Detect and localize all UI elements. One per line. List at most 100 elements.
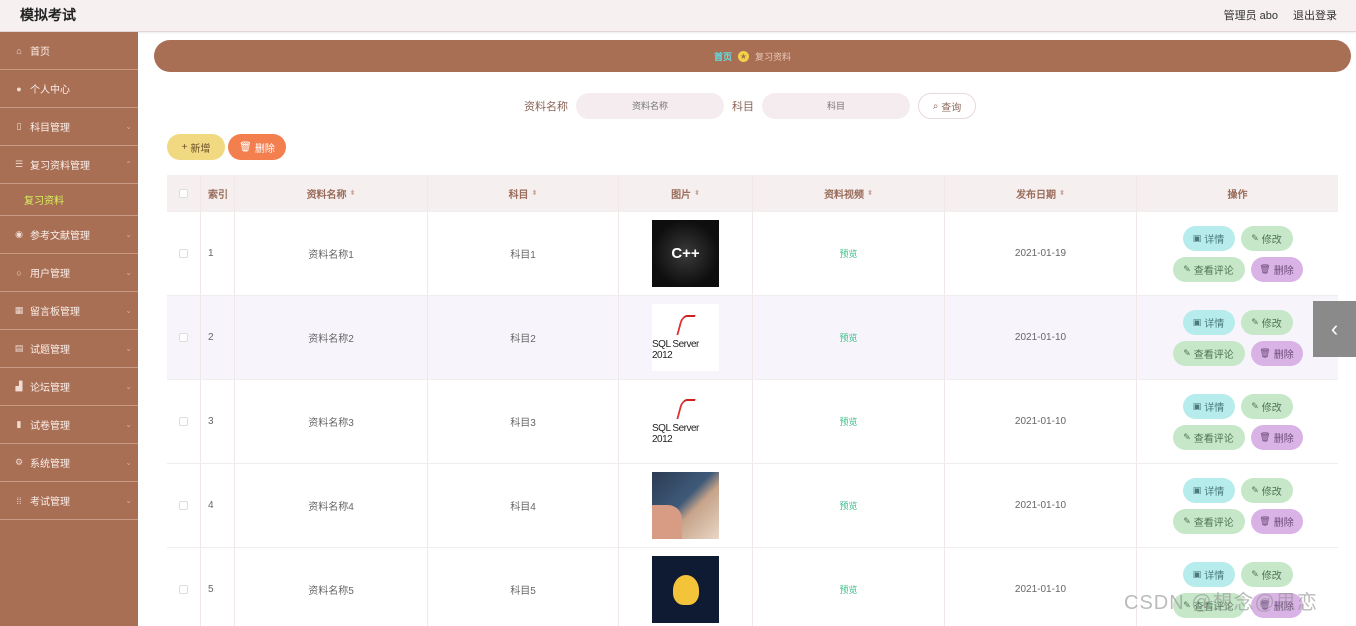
laptop-thumbnail[interactable]	[652, 472, 719, 539]
sidebar-item-questions[interactable]: ▤ 试题管理 ⌄	[0, 330, 138, 368]
header-image[interactable]: 图片 ⬍	[619, 175, 753, 211]
app-title: 模拟考试	[20, 7, 76, 23]
header-name[interactable]: 资料名称 ⬍	[235, 175, 428, 211]
view-comments-button[interactable]: ✎ 查看评论	[1172, 424, 1245, 450]
breadcrumb-home[interactable]: 首页	[714, 50, 732, 63]
bulb-shape	[672, 574, 699, 605]
sidebar-item-system[interactable]: ⚙ 系统管理 ⌄	[0, 444, 138, 482]
view-comments-button[interactable]: ✎ 查看评论	[1172, 340, 1245, 366]
sql-server-thumbnail[interactable]: SQL Server 2012	[652, 304, 719, 371]
detail-button[interactable]: ▣ 详情	[1182, 309, 1235, 335]
view-comments-button[interactable]: ✎ 查看评论	[1172, 508, 1245, 534]
book-icon: ▮	[16, 419, 22, 429]
row-name: 资料名称1	[235, 212, 428, 295]
row-index: 3	[201, 380, 235, 463]
chevron-down-icon: ⌄	[125, 420, 132, 429]
sort-icon[interactable]: ⬍	[1059, 189, 1065, 197]
thumbnail-text: SQL Server 2012	[652, 423, 699, 445]
row-checkbox-cell	[167, 212, 201, 295]
sidebar-item-subjects[interactable]: ▯ 科目管理 ⌄	[0, 108, 138, 146]
header-video[interactable]: 资料视频 ⬍	[753, 175, 945, 211]
sidebar-item-users[interactable]: ○ 用户管理 ⌄	[0, 254, 138, 292]
detail-button[interactable]: ▣ 详情	[1182, 393, 1235, 419]
sidebar-item-review-materials[interactable]: ☰ 复习资料管理 ⌃	[0, 146, 138, 184]
doc-icon: ▤	[14, 343, 24, 353]
sidebar-item-message-board[interactable]: ▦ 留言板管理 ⌄	[0, 292, 138, 330]
video-preview-link[interactable]: 预览	[839, 247, 857, 260]
add-button[interactable]: + 新增	[167, 134, 225, 160]
delete-button[interactable]: 🗑 删除	[1250, 508, 1303, 534]
video-preview-link[interactable]: 预览	[839, 499, 857, 512]
trash-icon: 🗑	[1259, 431, 1271, 442]
sort-icon[interactable]: ⬍	[867, 189, 873, 197]
header-image-label: 图片	[671, 189, 692, 201]
sort-icon[interactable]: ⬍	[532, 189, 538, 197]
detail-label: 详情	[1204, 318, 1225, 330]
row-video-cell: 预览	[753, 464, 945, 547]
video-preview-link[interactable]: 预览	[839, 415, 857, 428]
row-checkbox[interactable]	[179, 501, 188, 510]
sidebar-item-home[interactable]: ⌂ 首页	[0, 32, 138, 70]
row-checkbox[interactable]	[179, 333, 188, 342]
collapse-panel-handle[interactable]: ‹	[1313, 301, 1356, 357]
chevron-down-icon: ⌄	[125, 382, 132, 391]
row-name: 资料名称2	[235, 296, 428, 379]
row-checkbox[interactable]	[179, 417, 188, 426]
row-date: 2021-01-10	[945, 548, 1137, 626]
row-checkbox-cell	[167, 548, 201, 626]
sql-server-thumbnail[interactable]: SQL Server 2012	[652, 388, 719, 455]
sidebar-item-label: 论坛管理	[30, 383, 70, 394]
subject-search-input[interactable]	[762, 93, 910, 119]
chevron-up-icon: ⌃	[125, 160, 132, 169]
row-checkbox[interactable]	[179, 585, 188, 594]
edit-button[interactable]: ✎ 修改	[1240, 477, 1293, 503]
video-preview-link[interactable]: 预览	[839, 583, 857, 596]
header-date[interactable]: 发布日期 ⬍	[945, 175, 1137, 211]
edit-button[interactable]: ✎ 修改	[1240, 309, 1293, 335]
main-panel: 资料名称 科目 ⌕ 查询 + 新增 🗑 删除 索引 资料名称⬍ 科目⬍ 图片⬍ …	[154, 80, 1351, 626]
search-icon: ⌕	[932, 100, 939, 112]
sort-icon[interactable]: ⬍	[694, 189, 700, 197]
edit-button[interactable]: ✎ 修改	[1240, 225, 1293, 251]
sort-icon[interactable]: ⬍	[350, 189, 356, 197]
header-ops: 操作	[1137, 175, 1338, 211]
cpp-thumbnail[interactable]: C++	[652, 220, 719, 287]
chevron-down-icon: ⌄	[125, 230, 132, 239]
row-ops: ▣ 详情 ✎ 修改 ✎ 查看评论 🗑 删除	[1137, 296, 1338, 379]
detail-button[interactable]: ▣ 详情	[1182, 225, 1235, 251]
name-search-input[interactable]	[576, 93, 724, 119]
sidebar-item-references[interactable]: ◉ 参考文献管理 ⌄	[0, 216, 138, 254]
logout-link[interactable]: 退出登录	[1293, 7, 1337, 23]
query-button[interactable]: ⌕ 查询	[918, 93, 976, 119]
select-all-checkbox[interactable]	[179, 188, 188, 198]
row-name: 资料名称3	[235, 380, 428, 463]
sidebar-item-profile[interactable]: ● 个人中心	[0, 70, 138, 108]
view-comments-button[interactable]: ✎ 查看评论	[1172, 256, 1245, 282]
detail-label: 详情	[1204, 486, 1225, 498]
pencil-icon: ✎	[1183, 431, 1191, 442]
pencil-icon: ✎	[1251, 568, 1259, 579]
sidebar-item-label: 科目管理	[30, 123, 70, 134]
sidebar-item-exams[interactable]: ⁞⁞ 考试管理 ⌄	[0, 482, 138, 520]
bulk-delete-button[interactable]: 🗑 删除	[228, 134, 286, 160]
detail-button[interactable]: ▣ 详情	[1182, 561, 1235, 587]
sidebar-item-label: 留言板管理	[30, 307, 80, 318]
header-subject[interactable]: 科目 ⬍	[428, 175, 619, 211]
video-preview-link[interactable]: 预览	[839, 331, 857, 344]
delete-button[interactable]: 🗑 删除	[1250, 256, 1303, 282]
sidebar-subitem-review-materials[interactable]: 复习资料	[0, 184, 138, 216]
row-checkbox[interactable]	[179, 249, 188, 258]
sidebar-item-papers[interactable]: ▮ 试卷管理 ⌄	[0, 406, 138, 444]
thumbnail-text: SQL Server 2012	[652, 339, 699, 361]
sql-logo-mark	[675, 399, 696, 419]
lightbulb-thumbnail[interactable]	[652, 556, 719, 623]
row-index: 5	[201, 548, 235, 626]
delete-label: 删除	[1273, 433, 1294, 445]
edit-button[interactable]: ✎ 修改	[1240, 393, 1293, 419]
delete-button[interactable]: 🗑 删除	[1250, 340, 1303, 366]
bulk-delete-label: 删除	[254, 143, 275, 155]
edit-button[interactable]: ✎ 修改	[1240, 561, 1293, 587]
detail-button[interactable]: ▣ 详情	[1182, 477, 1235, 503]
delete-button[interactable]: 🗑 删除	[1250, 424, 1303, 450]
sidebar-item-forum[interactable]: ▟ 论坛管理 ⌄	[0, 368, 138, 406]
